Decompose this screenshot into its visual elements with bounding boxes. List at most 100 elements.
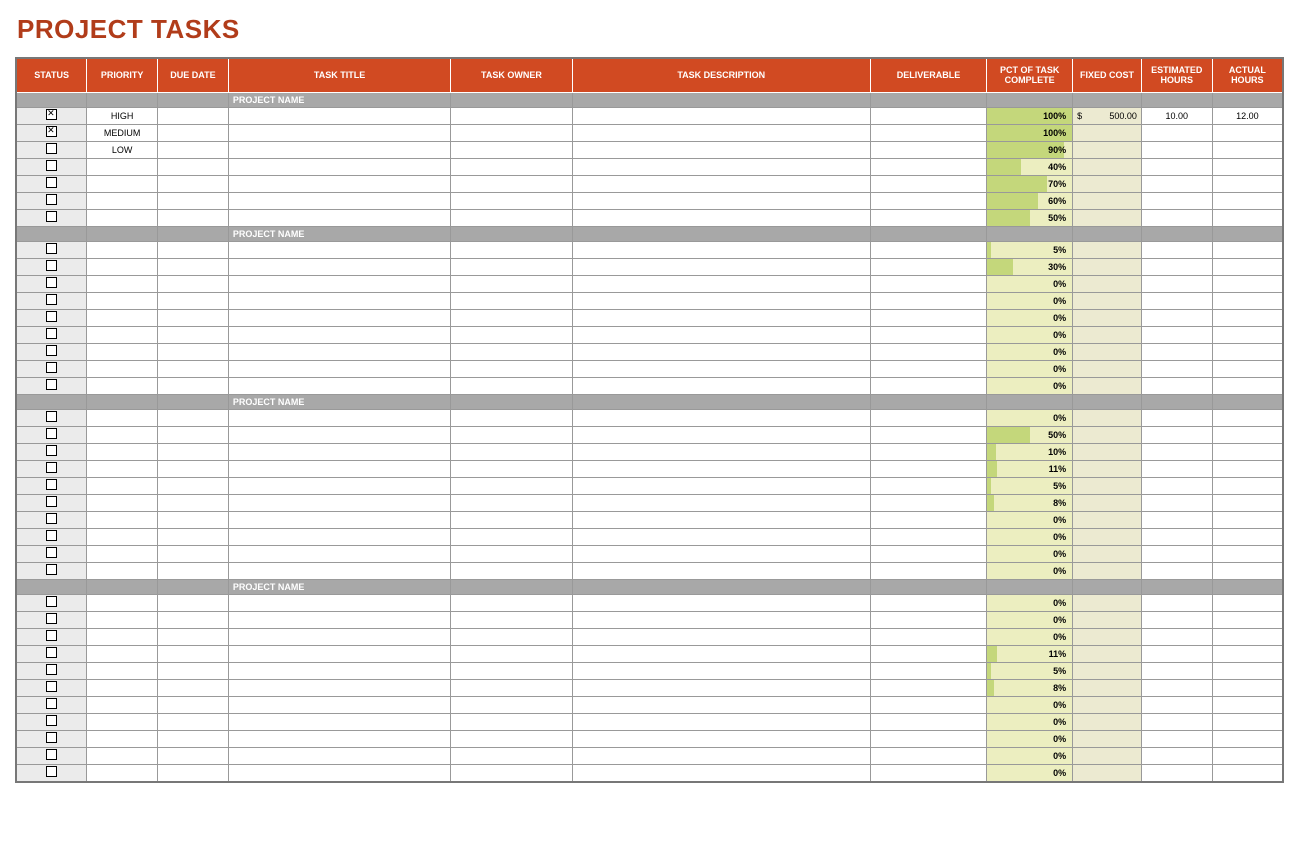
task-title-cell[interactable]: [228, 528, 450, 545]
fixed-cost-cell[interactable]: [1073, 209, 1142, 226]
pct-complete-cell[interactable]: 50%: [987, 426, 1073, 443]
act-hours-cell[interactable]: [1212, 241, 1283, 258]
fixed-cost-cell[interactable]: [1073, 494, 1142, 511]
act-hours-cell[interactable]: [1212, 713, 1283, 730]
task-title-cell[interactable]: [228, 443, 450, 460]
task-desc-cell[interactable]: [572, 645, 870, 662]
deliverable-cell[interactable]: [870, 545, 986, 562]
priority-cell[interactable]: [87, 409, 158, 426]
fixed-cost-cell[interactable]: [1073, 258, 1142, 275]
act-hours-cell[interactable]: [1212, 747, 1283, 764]
due-date-cell[interactable]: [158, 747, 229, 764]
due-date-cell[interactable]: [158, 645, 229, 662]
task-title-cell[interactable]: [228, 141, 450, 158]
task-owner-cell[interactable]: [451, 124, 572, 141]
task-owner-cell[interactable]: [451, 426, 572, 443]
est-hours-cell[interactable]: [1141, 377, 1212, 394]
priority-cell[interactable]: [87, 730, 158, 747]
status-checkbox[interactable]: [46, 613, 57, 624]
deliverable-cell[interactable]: [870, 628, 986, 645]
status-checkbox[interactable]: [46, 109, 57, 120]
deliverable-cell[interactable]: [870, 409, 986, 426]
priority-cell[interactable]: [87, 192, 158, 209]
due-date-cell[interactable]: [158, 360, 229, 377]
task-desc-cell[interactable]: [572, 275, 870, 292]
est-hours-cell[interactable]: [1141, 696, 1212, 713]
priority-cell[interactable]: [87, 460, 158, 477]
act-hours-cell[interactable]: [1212, 628, 1283, 645]
deliverable-cell[interactable]: [870, 343, 986, 360]
status-checkbox[interactable]: [46, 411, 57, 422]
task-owner-cell[interactable]: [451, 628, 572, 645]
deliverable-cell[interactable]: [870, 326, 986, 343]
est-hours-cell[interactable]: 10.00: [1141, 107, 1212, 124]
act-hours-cell[interactable]: [1212, 679, 1283, 696]
est-hours-cell[interactable]: [1141, 594, 1212, 611]
deliverable-cell[interactable]: [870, 594, 986, 611]
est-hours-cell[interactable]: [1141, 258, 1212, 275]
fixed-cost-cell[interactable]: [1073, 275, 1142, 292]
task-desc-cell[interactable]: [572, 545, 870, 562]
task-owner-cell[interactable]: [451, 360, 572, 377]
act-hours-cell[interactable]: [1212, 477, 1283, 494]
task-desc-cell[interactable]: [572, 360, 870, 377]
pct-complete-cell[interactable]: 5%: [987, 477, 1073, 494]
task-owner-cell[interactable]: [451, 309, 572, 326]
act-hours-cell[interactable]: [1212, 662, 1283, 679]
fixed-cost-cell[interactable]: [1073, 764, 1142, 782]
fixed-cost-cell[interactable]: [1073, 409, 1142, 426]
priority-cell[interactable]: [87, 275, 158, 292]
pct-complete-cell[interactable]: 0%: [987, 309, 1073, 326]
est-hours-cell[interactable]: [1141, 175, 1212, 192]
pct-complete-cell[interactable]: 0%: [987, 511, 1073, 528]
task-title-cell[interactable]: [228, 175, 450, 192]
due-date-cell[interactable]: [158, 141, 229, 158]
est-hours-cell[interactable]: [1141, 343, 1212, 360]
status-checkbox[interactable]: [46, 564, 57, 575]
due-date-cell[interactable]: [158, 528, 229, 545]
priority-cell[interactable]: MEDIUM: [87, 124, 158, 141]
act-hours-cell[interactable]: [1212, 209, 1283, 226]
task-title-cell[interactable]: [228, 275, 450, 292]
due-date-cell[interactable]: [158, 545, 229, 562]
est-hours-cell[interactable]: [1141, 611, 1212, 628]
due-date-cell[interactable]: [158, 679, 229, 696]
pct-complete-cell[interactable]: 0%: [987, 696, 1073, 713]
priority-cell[interactable]: [87, 562, 158, 579]
status-checkbox[interactable]: [46, 160, 57, 171]
task-desc-cell[interactable]: [572, 409, 870, 426]
deliverable-cell[interactable]: [870, 511, 986, 528]
due-date-cell[interactable]: [158, 713, 229, 730]
status-checkbox[interactable]: [46, 513, 57, 524]
act-hours-cell[interactable]: [1212, 409, 1283, 426]
fixed-cost-cell[interactable]: [1073, 562, 1142, 579]
status-checkbox[interactable]: [46, 260, 57, 271]
due-date-cell[interactable]: [158, 730, 229, 747]
act-hours-cell[interactable]: [1212, 460, 1283, 477]
pct-complete-cell[interactable]: 5%: [987, 662, 1073, 679]
task-title-cell[interactable]: [228, 662, 450, 679]
priority-cell[interactable]: [87, 209, 158, 226]
pct-complete-cell[interactable]: 0%: [987, 292, 1073, 309]
task-desc-cell[interactable]: [572, 628, 870, 645]
task-title-cell[interactable]: [228, 326, 450, 343]
priority-cell[interactable]: [87, 764, 158, 782]
deliverable-cell[interactable]: [870, 209, 986, 226]
fixed-cost-cell[interactable]: [1073, 175, 1142, 192]
est-hours-cell[interactable]: [1141, 545, 1212, 562]
est-hours-cell[interactable]: [1141, 241, 1212, 258]
est-hours-cell[interactable]: [1141, 326, 1212, 343]
act-hours-cell[interactable]: [1212, 141, 1283, 158]
task-title-cell[interactable]: [228, 343, 450, 360]
task-desc-cell[interactable]: [572, 662, 870, 679]
task-title-cell[interactable]: [228, 730, 450, 747]
due-date-cell[interactable]: [158, 275, 229, 292]
deliverable-cell[interactable]: [870, 645, 986, 662]
task-owner-cell[interactable]: [451, 594, 572, 611]
task-owner-cell[interactable]: [451, 713, 572, 730]
due-date-cell[interactable]: [158, 192, 229, 209]
task-desc-cell[interactable]: [572, 377, 870, 394]
task-owner-cell[interactable]: [451, 241, 572, 258]
priority-cell[interactable]: [87, 292, 158, 309]
fixed-cost-cell[interactable]: [1073, 377, 1142, 394]
